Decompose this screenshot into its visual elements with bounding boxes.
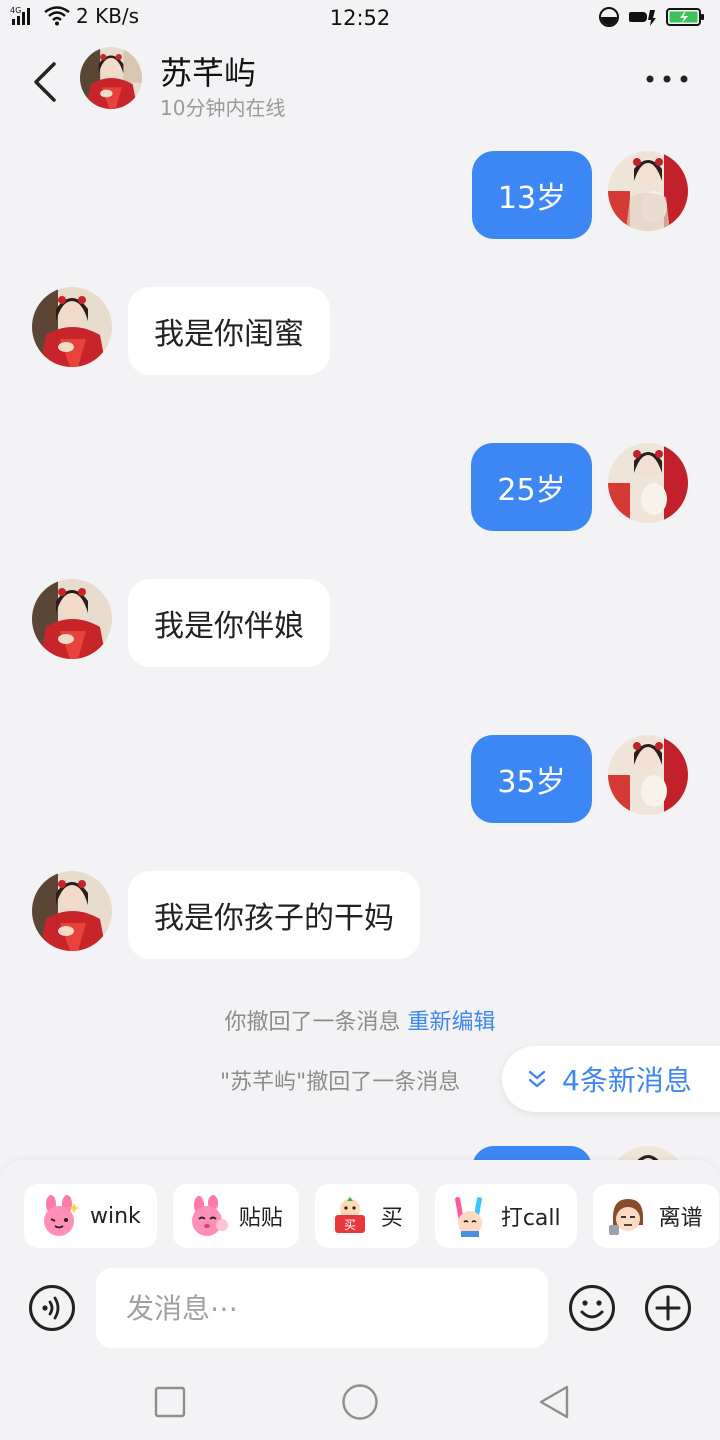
sticker-label: 打call — [500, 1206, 561, 1231]
battery-charging-icon — [666, 8, 704, 26]
outgoing-message-bubble[interactable]: 35岁 — [471, 735, 592, 823]
emoji-icon[interactable] — [568, 1284, 616, 1332]
speechless-face-sticker-icon — [608, 1199, 643, 1235]
incoming-message-bubble[interactable]: 我是你闺蜜 — [128, 287, 330, 375]
recent-apps-icon[interactable] — [150, 1382, 190, 1422]
self-recall-text: 你撤回了一条消息 — [224, 1010, 401, 1035]
voice-input-icon[interactable] — [28, 1284, 76, 1332]
glowstick-sticker-icon — [454, 1196, 482, 1237]
self-avatar[interactable] — [608, 151, 688, 231]
home-icon[interactable] — [340, 1382, 380, 1422]
back-arrow-icon[interactable] — [26, 60, 66, 104]
double-chevron-down-icon — [528, 1070, 546, 1088]
status-right — [598, 6, 706, 28]
new-messages-label: 4条新消息 — [562, 1064, 692, 1097]
sticker-suggestions: wink 贴贴 买 买 打call 离谱 — [24, 1184, 719, 1248]
contact-message-avatar[interactable] — [32, 871, 112, 951]
input-row — [0, 1266, 720, 1348]
self-avatar[interactable] — [608, 735, 688, 815]
outgoing-message-bubble[interactable]: 13岁 — [472, 151, 592, 239]
game-mode-icon — [629, 10, 656, 26]
pink-rabbit-wink-sticker-icon — [44, 1195, 80, 1236]
incoming-message-bubble[interactable]: 我是你孩子的干妈 — [128, 871, 420, 959]
contact-avatar[interactable] — [80, 47, 142, 109]
system-nav-bar — [0, 1360, 720, 1440]
chat-screen: 4G 2 KB/s 12:52 苏芊屿 10分钟内在线 13岁 我是你闺蜜 25… — [0, 0, 720, 1440]
sticker-chip-dacall[interactable]: 打call — [434, 1184, 577, 1248]
new-messages-button[interactable]: 4条新消息 — [502, 1046, 720, 1112]
sticker-chip-buy[interactable]: 买 买 — [314, 1184, 419, 1248]
composer-panel: wink 贴贴 买 买 打call 离谱 发消息⋯ — [0, 1160, 720, 1360]
contact-message-avatar[interactable] — [32, 287, 112, 367]
online-status: 10分钟内在线 — [160, 96, 286, 120]
more-options-icon[interactable] — [642, 64, 692, 94]
self-avatar[interactable] — [608, 443, 688, 523]
sticker-label: 买 — [380, 1206, 403, 1231]
sticker-chip-tietie[interactable]: 贴贴 — [172, 1184, 299, 1248]
sticker-label: 离谱 — [658, 1206, 703, 1231]
buy-sign-sticker-icon: 买 — [334, 1197, 365, 1233]
other-recall-notice: "苏芊屿"撤回了一条消息 — [220, 1070, 461, 1095]
chat-header: 苏芊屿 10分钟内在线 — [0, 38, 720, 128]
status-bar: 4G 2 KB/s 12:52 — [0, 0, 720, 38]
outgoing-message-bubble[interactable]: 25岁 — [471, 443, 592, 531]
do-not-disturb-icon — [599, 7, 619, 27]
svg-text:买: 买 — [344, 1218, 356, 1232]
contact-message-avatar[interactable] — [32, 579, 112, 659]
plus-icon[interactable] — [644, 1284, 692, 1332]
sticker-chip-wink[interactable]: wink — [24, 1184, 157, 1248]
reedit-link[interactable]: 重新编辑 — [408, 1010, 496, 1035]
sticker-label: 贴贴 — [238, 1206, 283, 1231]
message-input[interactable] — [96, 1268, 548, 1348]
sticker-chip-lipu[interactable]: 离谱 — [592, 1184, 719, 1248]
self-recall-notice: 你撤回了一条消息 重新编辑 — [0, 1004, 720, 1036]
back-nav-icon[interactable] — [534, 1382, 574, 1422]
sticker-label: wink — [90, 1203, 141, 1229]
pink-rabbit-cuddle-sticker-icon — [191, 1195, 228, 1236]
incoming-message-bubble[interactable]: 我是你伴娘 — [128, 579, 330, 667]
contact-name[interactable]: 苏芊屿 — [160, 48, 256, 94]
